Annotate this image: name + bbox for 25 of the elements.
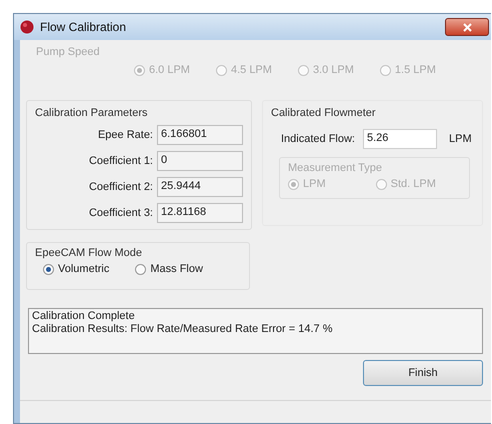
field-label: Coefficient 1: [88, 155, 153, 167]
group-title: Pump Speed [36, 46, 101, 58]
input-field[interactable]: 5.26 [362, 129, 437, 149]
read-only-field: 12.81168 [157, 203, 243, 223]
group-title: EpeeCAM Flow Mode [35, 247, 143, 259]
window-title: Flow Calibration [40, 20, 126, 34]
close-icon [462, 22, 472, 32]
field-label: Coefficient 3: [88, 207, 153, 219]
read-only-field: 6.166801 [157, 125, 243, 145]
app-icon [20, 20, 34, 34]
finish-button[interactable]: Finish [363, 360, 483, 386]
result-text: Calibration Complete [32, 310, 136, 323]
group-title: Calibrated Flowmeter [271, 107, 377, 119]
field-label: Epee Rate: [96, 129, 153, 141]
field-label: Indicated Flow: [281, 133, 355, 145]
result-text: Calibration Results: Flow Rate/Measured Rate Error = 14.7 % [32, 323, 334, 336]
radio-option[interactable]: Volumetric [43, 263, 110, 275]
group-title: Measurement Type [288, 162, 383, 174]
radio-option[interactable]: Mass Flow [135, 263, 203, 275]
unit-label: LPM [448, 133, 472, 145]
read-only-field: 25.9444 [157, 177, 243, 197]
close-button[interactable] [445, 18, 489, 36]
read-only-field: 0 [157, 151, 243, 171]
group-title: Calibration Parameters [35, 107, 148, 119]
field-label: Coefficient 2: [88, 181, 153, 193]
